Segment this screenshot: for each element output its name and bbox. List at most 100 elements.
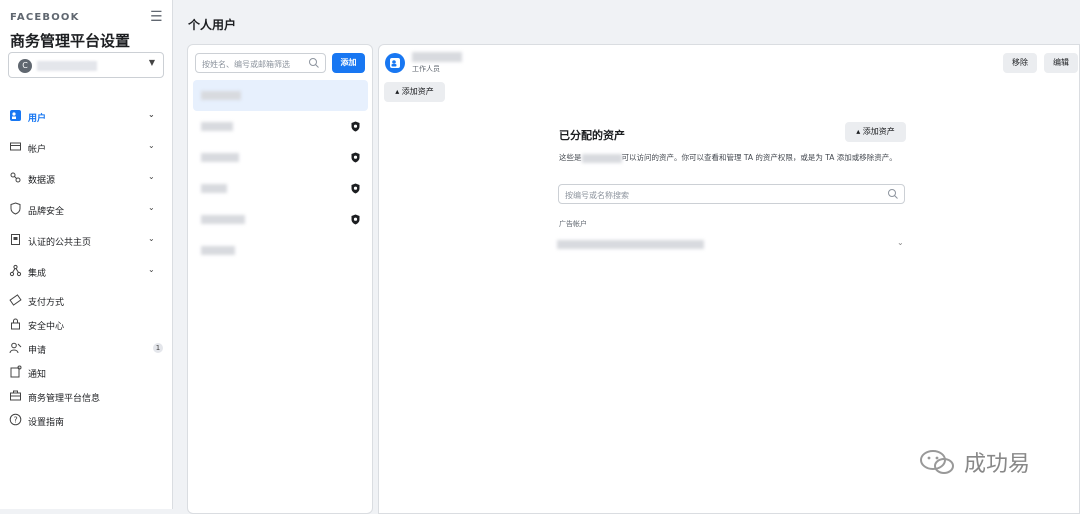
account-avatar: C — [18, 59, 32, 73]
lock-icon — [11, 318, 20, 330]
payment-icon — [9, 294, 22, 306]
brand-logo: FACEBOOK — [10, 12, 80, 23]
search-icon — [309, 58, 319, 68]
sidebar-item-label: 品牌安全 — [28, 207, 65, 217]
account-icon — [10, 142, 21, 151]
list-item[interactable] — [193, 235, 368, 266]
person-name-redacted — [201, 215, 245, 224]
person-name-redacted — [201, 184, 227, 193]
watermark-text: 成功易 — [964, 452, 1031, 477]
list-item[interactable] — [193, 80, 368, 111]
wechat-icon — [920, 450, 954, 474]
count-badge: 1 — [153, 343, 163, 353]
user-avatar — [385, 53, 405, 73]
sidebar-item-label: 认证的公共主页 — [28, 238, 92, 248]
edit-button[interactable]: 编辑 — [1044, 53, 1078, 73]
add-asset-top-label: 添加资产 — [401, 87, 434, 96]
chevron-down-icon: ▼ — [148, 58, 155, 67]
desc-prefix: 这些是 — [559, 153, 582, 162]
person-name-redacted — [201, 246, 235, 255]
data-source-icon — [10, 172, 21, 183]
sidebar-item-label: 用户 — [28, 114, 47, 124]
watermark: 成功易 — [918, 447, 1030, 477]
business-account-select[interactable]: C ▼ — [8, 52, 164, 78]
sidebar-item-account[interactable]: 帐户 ⌄ — [0, 135, 172, 159]
user-role: 工作人员 — [412, 65, 440, 73]
person-name-redacted — [201, 91, 241, 100]
sidebar-item-briefcase[interactable]: 商务管理平台信息 — [0, 384, 172, 408]
sidebar: FACEBOOK ☰ 商务管理平台设置 C ▼ 用户 ⌄ 帐户 ⌄ 数据源 ⌄ 品牌安全 ⌄ 认… — [0, 0, 173, 509]
shield-icon — [10, 202, 21, 215]
assets-description: 这些是 可以访问的资产。你可以查看和管理 TA 的资产权限，或是为 TA 添加或移… — [559, 152, 904, 164]
sidebar-item-label: 数据源 — [28, 176, 56, 186]
people-search-placeholder: 按姓名、编号或邮箱筛选 — [202, 60, 290, 69]
asset-icon: ▴ — [856, 127, 861, 136]
sidebar-item-data-source[interactable]: 数据源 ⌄ — [0, 166, 172, 190]
sidebar-item-lock[interactable]: 安全中心 — [0, 312, 172, 336]
sidebar-item-label: 商务管理平台信息 — [28, 394, 101, 404]
sidebar-item-label: 申请 — [28, 346, 47, 356]
asset-search-placeholder: 按编号或名称搜索 — [565, 191, 629, 200]
chevron-down-icon: ⌄ — [148, 265, 155, 274]
search-icon — [888, 189, 898, 199]
remove-button[interactable]: 移除 — [1003, 53, 1037, 73]
chevron-down-icon: ⌄ — [148, 141, 155, 150]
chevron-down-icon: ⌄ — [148, 110, 155, 119]
sidebar-item-integration[interactable]: 集成 ⌄ — [0, 259, 172, 283]
person-name-redacted — [201, 122, 233, 131]
person-name-redacted — [201, 153, 239, 162]
sidebar-item-notification[interactable]: 通知 — [0, 360, 172, 384]
sidebar-item-shield[interactable]: 品牌安全 ⌄ — [0, 197, 172, 221]
integration-icon — [9, 264, 22, 277]
list-item[interactable] — [193, 173, 368, 204]
desc-suffix: 可以访问的资产。你可以查看和管理 TA 的资产权限，或是为 TA 添加或移除资产… — [621, 153, 897, 162]
sidebar-item-label: 集成 — [28, 269, 47, 279]
chevron-down-icon: ⌄ — [148, 234, 155, 243]
verified-page-icon — [11, 234, 20, 245]
chevron-down-icon: ⌄ — [148, 203, 155, 212]
chevron-down-icon[interactable]: ⌄ — [897, 238, 904, 247]
user-badge-icon — [390, 58, 400, 68]
people-list-panel: 按姓名、编号或邮箱筛选 添加 — [187, 44, 373, 514]
admin-shield-icon — [351, 183, 360, 194]
sidebar-item-label: 通知 — [28, 370, 47, 380]
asset-search-input[interactable]: 按编号或名称搜索 — [558, 184, 905, 204]
add-asset-top-button[interactable]: ▴ 添加资产 — [384, 82, 445, 102]
user-detail-panel: 工作人员 移除 编辑 ▴ 添加资产 已分配的资产 ▴ 添加资产 这些是 可以访问的… — [378, 44, 1080, 514]
sidebar-item-label: 设置指南 — [28, 418, 65, 428]
ad-account-redacted[interactable] — [557, 240, 704, 249]
list-item[interactable] — [193, 142, 368, 173]
request-icon — [9, 342, 22, 354]
sidebar-item-label: 支付方式 — [28, 298, 65, 308]
sidebar-item-help[interactable]: ? 设置指南 — [0, 408, 172, 432]
users-icon — [10, 110, 21, 121]
sidebar-item-request[interactable]: 申请 1 — [0, 336, 172, 360]
add-person-button[interactable]: 添加 — [332, 53, 365, 73]
asset-type-label: 广告帐户 — [559, 220, 587, 228]
menu-icon[interactable]: ☰ — [150, 9, 163, 25]
admin-shield-icon — [351, 121, 360, 132]
account-name-redacted — [37, 61, 97, 71]
chevron-down-icon: ⌄ — [148, 172, 155, 181]
help-icon: ? — [9, 413, 22, 426]
briefcase-icon — [10, 390, 21, 401]
add-asset-label: 添加资产 — [862, 127, 895, 136]
asset-icon: ▴ — [395, 87, 400, 96]
page-title: 商务管理平台设置 — [10, 32, 131, 50]
sidebar-item-users[interactable]: 用户 ⌄ — [0, 104, 172, 128]
people-search-input[interactable]: 按姓名、编号或邮箱筛选 — [195, 53, 326, 73]
sidebar-item-label: 帐户 — [28, 145, 47, 155]
sidebar-item-label: 安全中心 — [28, 322, 65, 332]
user-name-redacted — [412, 52, 462, 62]
sidebar-item-payment[interactable]: 支付方式 — [0, 288, 172, 312]
sidebar-item-verified-page[interactable]: 认证的公共主页 ⌄ — [0, 228, 172, 252]
list-item[interactable] — [193, 111, 368, 142]
add-asset-button[interactable]: ▴ 添加资产 — [845, 122, 906, 142]
assigned-assets-title: 已分配的资产 — [559, 129, 625, 142]
svg-text:?: ? — [14, 416, 18, 425]
notification-icon — [10, 365, 22, 378]
admin-shield-icon — [351, 152, 360, 163]
admin-shield-icon — [351, 214, 360, 225]
list-item[interactable] — [193, 204, 368, 235]
section-header: 个人用户 — [188, 18, 237, 32]
